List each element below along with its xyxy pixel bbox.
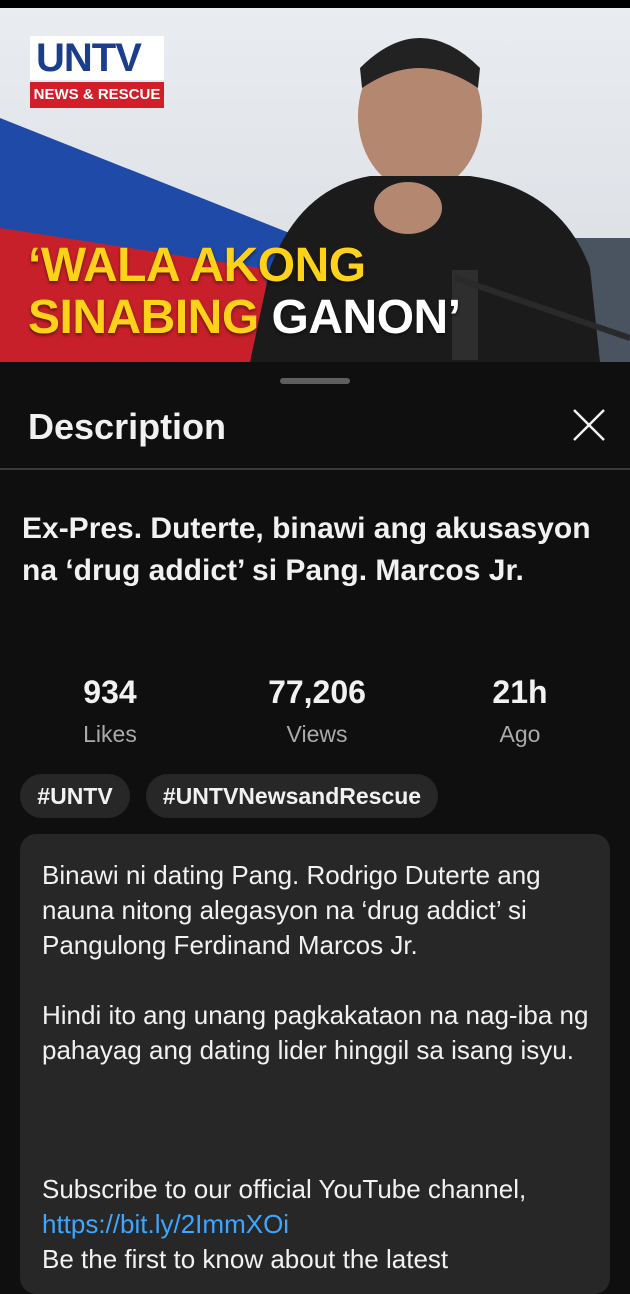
- stat-value: 77,206: [268, 674, 366, 710]
- stat-label: Ago: [499, 721, 541, 747]
- stat-value: 934: [83, 674, 137, 710]
- divider: [0, 468, 630, 470]
- stat-label: Likes: [83, 721, 137, 747]
- headline-line-1: ‘WALA AKONG: [28, 239, 366, 292]
- description-paragraph-2: Hindi ito ang unang pagkakataon na nag-i…: [42, 1000, 589, 1065]
- headline-yellow: SINABING: [28, 291, 259, 344]
- description-paragraph-1: Binawi ni dating Pang. Rodrigo Duterte a…: [42, 860, 541, 960]
- description-card: Binawi ni dating Pang. Rodrigo Duterte a…: [20, 834, 610, 1294]
- close-icon[interactable]: [568, 404, 610, 446]
- hashtag-chip-untvnewsandrescue[interactable]: #UNTVNewsandRescue: [146, 774, 438, 818]
- stat-ago: 21h Ago: [440, 674, 600, 748]
- headline-line-2: SINABING GANON’: [28, 292, 628, 344]
- channel-link[interactable]: https://bit.ly/2ImmXOi: [42, 1209, 289, 1239]
- description-paragraph-4: Be the first to know about the latest: [42, 1244, 449, 1274]
- description-paragraph-3: Subscribe to our official YouTube channe…: [42, 1174, 527, 1204]
- description-sheet: Description Ex-Pres. Duterte, binawi ang…: [0, 362, 630, 1294]
- logo-word: UNTV: [30, 36, 164, 80]
- headline-white: GANON’: [271, 291, 462, 344]
- thumbnail-headline: ‘WALA AKONG SINABING GANON’: [28, 240, 628, 344]
- untv-logo: UNTV NEWS & RESCUE: [30, 36, 164, 108]
- drag-handle[interactable]: [280, 378, 350, 384]
- stat-views: 77,206 Views: [237, 674, 397, 748]
- video-title: Ex-Pres. Duterte, binawi ang akusasyon n…: [22, 512, 591, 587]
- stat-label: Views: [286, 721, 348, 747]
- stat-value: 21h: [492, 674, 548, 710]
- logo-tag: NEWS & RESCUE: [30, 82, 164, 108]
- hashtag-chip-untv[interactable]: #UNTV: [20, 774, 130, 818]
- stat-likes: 934 Likes: [30, 674, 190, 748]
- sheet-title: Description: [28, 406, 227, 447]
- status-bar: [0, 0, 630, 8]
- video-thumbnail[interactable]: UNTV NEWS & RESCUE ‘WALA AKONG SINABING …: [0, 8, 630, 362]
